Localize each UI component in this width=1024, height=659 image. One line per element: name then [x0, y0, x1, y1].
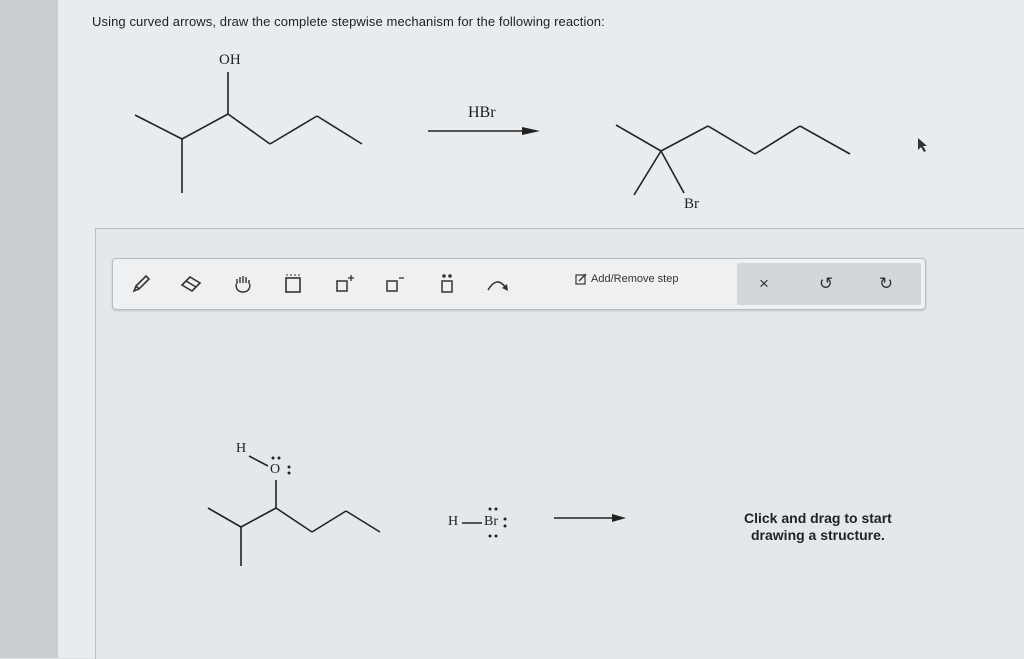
hint-line-1: Click and drag to start	[744, 510, 892, 526]
atom-h-on-oxygen: H	[236, 441, 247, 456]
atom-oxygen: O	[270, 462, 281, 477]
alcohol-structure	[207, 455, 381, 566]
atom-h-hbr: H	[448, 514, 459, 529]
step-arrow	[554, 514, 626, 522]
workspace-structures	[207, 455, 626, 566]
atom-bromine: Br	[484, 514, 498, 529]
hint-line-2: drawing a structure.	[751, 527, 885, 543]
drawing-hint: Click and drag to start drawing a struct…	[744, 510, 892, 544]
